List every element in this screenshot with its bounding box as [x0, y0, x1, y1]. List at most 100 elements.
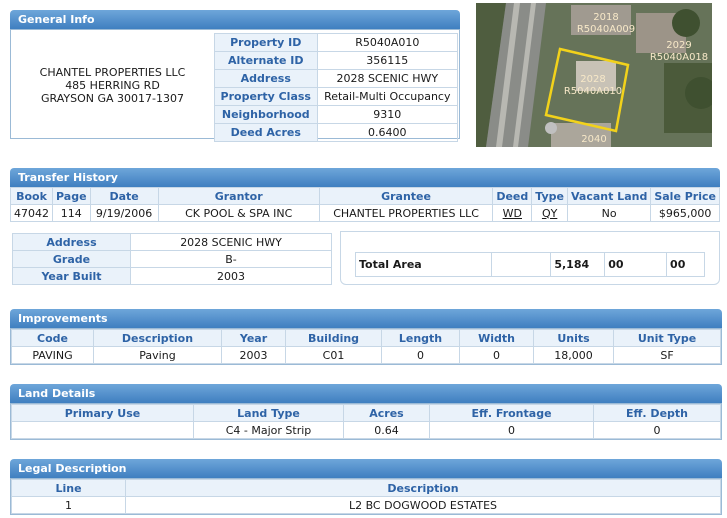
map-label-2028-num: 2028	[580, 74, 605, 85]
transfer-row: 47042 114 9/19/2006 CK POOL & SPA INC CH…	[10, 204, 720, 222]
improvement-description: Paving	[93, 346, 222, 364]
land-eff-frontage: 0	[429, 421, 594, 439]
transfer-book: 47042	[10, 204, 53, 222]
neighborhood-value: 9310	[316, 105, 459, 124]
map-label-2029-id: R5040A018	[650, 52, 708, 63]
type-link-text[interactable]: QY	[542, 207, 557, 220]
transfer-sale-price: $965,000	[650, 204, 720, 222]
map-label-2040-num: 2040	[581, 134, 606, 145]
deed-acres-label: Deed Acres	[214, 123, 318, 142]
improvement-row: PAVING Paving 2003 C01 0 0 18,000 SF	[11, 346, 721, 364]
owner-address-line1: 485 HERRING RD	[65, 78, 160, 92]
col-legal-description: Description	[125, 479, 721, 497]
col-primary-use: Primary Use	[11, 404, 194, 422]
property-class-label: Property Class	[214, 87, 318, 106]
legal-description-panel: Line Description 1 L2 BC DOGWOOD ESTATES	[10, 478, 722, 515]
transfer-header-row: Book Page Date Grantor Grantee Deed Type…	[10, 187, 720, 205]
building-address-label: Address	[12, 233, 131, 251]
total-area-value: 5,184	[550, 252, 606, 277]
col-line: Line	[11, 479, 126, 497]
general-info-panel: CHANTEL PROPERTIES LLC 485 HERRING RD GR…	[10, 29, 460, 142]
property-id-row: Property ID R5040A010	[214, 33, 459, 52]
improvements-header: Improvements	[10, 309, 722, 328]
col-code: Code	[11, 329, 94, 347]
deed-acres-value: 0.6400	[316, 123, 459, 142]
deed-link-text[interactable]: WD	[503, 207, 522, 220]
transfer-date: 9/19/2006	[89, 204, 159, 222]
building-grade-label: Grade	[12, 250, 131, 268]
address-value: 2028 SCENIC HWY	[316, 69, 459, 88]
improvement-unit-type: SF	[613, 346, 721, 364]
land-acres: 0.64	[343, 421, 430, 439]
land-primary-use	[11, 421, 194, 439]
improvements-panel: Code Description Year Building Length Wi…	[10, 328, 722, 365]
improvement-building: C01	[285, 346, 382, 364]
improvement-code: PAVING	[11, 346, 94, 364]
legal-header-row: Line Description	[11, 479, 721, 497]
alternate-id-row: Alternate ID 356115	[214, 51, 459, 70]
building-address-value: 2028 SCENIC HWY	[130, 233, 332, 251]
col-land-type: Land Type	[193, 404, 344, 422]
col-grantor: Grantor	[157, 187, 320, 205]
col-vacant-land: Vacant Land	[566, 187, 652, 205]
improvement-units: 18,000	[533, 346, 614, 364]
improvement-year: 2003	[221, 346, 286, 364]
neighborhood-label: Neighborhood	[214, 105, 318, 124]
transfer-grantee: CHANTEL PROPERTIES LLC	[318, 204, 494, 222]
improvements-table: Code Description Year Building Length Wi…	[11, 329, 721, 364]
type-link[interactable]: QY	[531, 204, 568, 222]
land-details-table: Primary Use Land Type Acres Eff. Frontag…	[11, 404, 721, 439]
deed-link[interactable]: WD	[492, 204, 533, 222]
col-type: Type	[531, 187, 568, 205]
col-eff-depth: Eff. Depth	[593, 404, 721, 422]
transfer-vacant-land: No	[566, 204, 652, 222]
improvement-width: 0	[459, 346, 534, 364]
aerial-map[interactable]: 2018 R5040A009 2029 R5040A018 2028 R5040…	[476, 3, 712, 147]
alternate-id-value: 356115	[316, 51, 459, 70]
legal-description-table: Line Description 1 L2 BC DOGWOOD ESTATES	[11, 479, 721, 514]
improvements-header-row: Code Description Year Building Length Wi…	[11, 329, 721, 347]
owner-address-line2: GRAYSON GA 30017-1307	[41, 91, 184, 105]
col-building: Building	[285, 329, 382, 347]
legal-description-header: Legal Description	[10, 459, 722, 478]
col-width: Width	[459, 329, 534, 347]
total-area-label: Total Area	[355, 252, 492, 277]
building-year-row: Year Built 2003	[12, 267, 332, 285]
col-description: Description	[93, 329, 222, 347]
transfer-history-panel: Book Page Date Grantor Grantee Deed Type…	[10, 187, 720, 290]
building-address-row: Address 2028 SCENIC HWY	[12, 233, 332, 251]
map-label-2029-num: 2029	[666, 40, 691, 51]
legal-description-text: L2 BC DOGWOOD ESTATES	[125, 496, 721, 514]
total-area-row: Total Area 5,184 00 00	[355, 252, 705, 277]
col-eff-frontage: Eff. Frontage	[429, 404, 594, 422]
property-id-label: Property ID	[214, 33, 318, 52]
col-unit-type: Unit Type	[613, 329, 721, 347]
transfer-history-table: Book Page Date Grantor Grantee Deed Type…	[10, 187, 720, 222]
total-area-blank	[490, 252, 552, 277]
building-grade-row: Grade B-	[12, 250, 332, 268]
land-eff-depth: 0	[593, 421, 721, 439]
col-page: Page	[52, 187, 91, 205]
col-acres: Acres	[343, 404, 430, 422]
improvement-length: 0	[381, 346, 460, 364]
map-label-2018-id: R5040A009	[577, 24, 635, 35]
building-grade-value: B-	[130, 250, 332, 268]
land-row: C4 - Major Strip 0.64 0 0	[11, 421, 721, 439]
alternate-id-label: Alternate ID	[214, 51, 318, 70]
land-type: C4 - Major Strip	[193, 421, 344, 439]
address-row: Address 2028 SCENIC HWY	[214, 69, 459, 88]
total-area-v3: 00	[666, 252, 705, 277]
col-book: Book	[10, 187, 53, 205]
aerial-map-image: 2018 R5040A009 2029 R5040A018 2028 R5040…	[476, 3, 712, 147]
property-id-value: R5040A010	[316, 33, 459, 52]
property-class-value: Retail-Multi Occupancy	[316, 87, 459, 106]
owner-block: CHANTEL PROPERTIES LLC 485 HERRING RD GR…	[11, 30, 214, 140]
building-year-label: Year Built	[12, 267, 131, 285]
col-year: Year	[221, 329, 286, 347]
deed-acres-row: Deed Acres 0.6400	[214, 123, 459, 142]
owner-name: CHANTEL PROPERTIES LLC	[39, 65, 186, 79]
property-info-table: Property ID R5040A010 Alternate ID 356115 …	[214, 33, 459, 142]
land-header-row: Primary Use Land Type Acres Eff. Frontag…	[11, 404, 721, 422]
property-class-row: Property Class Retail-Multi Occupancy	[214, 87, 459, 106]
col-sale-price: Sale Price	[650, 187, 720, 205]
